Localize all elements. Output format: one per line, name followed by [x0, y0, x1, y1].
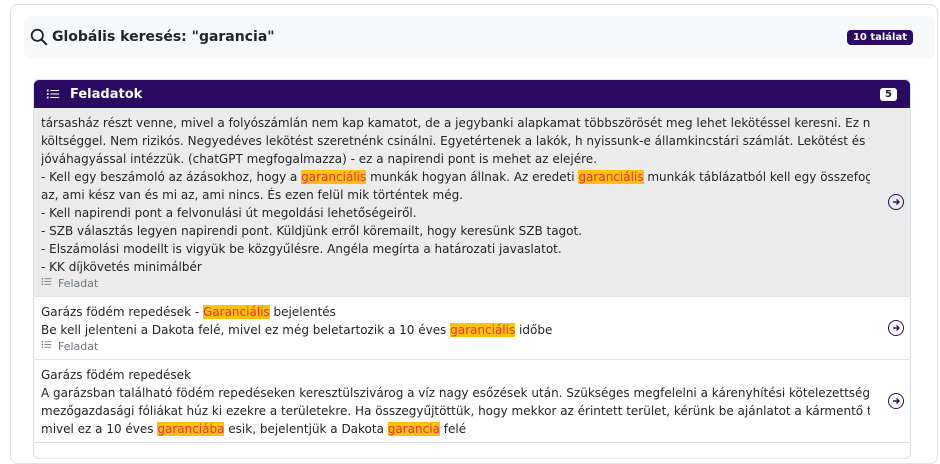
- result-text-line: - KK díjkövetés minimálbér: [41, 258, 870, 276]
- result-type-label: Feladat: [41, 339, 870, 355]
- text-segment: bejelentés: [269, 305, 336, 319]
- result-text-line: - Kell egy beszámoló az ázásokhoz, hogy …: [41, 168, 870, 186]
- result-text-line: jóváhagyással intézzük. (chatGPT megfoga…: [41, 150, 870, 168]
- result-type-text: Feladat: [58, 340, 99, 353]
- result-text-line: - Elszámolási modellt is vigyük be közgy…: [41, 240, 870, 258]
- result-text-line: mezőgazdasági fóliákat húz ki ezekre a t…: [41, 402, 870, 420]
- text-segment: - Elszámolási modellt is vigyük be közgy…: [41, 242, 562, 256]
- result-title: Garázs födém repedések: [41, 366, 870, 384]
- result-text-line: - Kell napirendi pont a felvonulási út m…: [41, 204, 870, 222]
- list-icon: [41, 276, 52, 292]
- result-item[interactable]: Garázs födém repedések - Garanciális bej…: [34, 297, 910, 360]
- text-segment: - Kell napirendi pont a felvonulási út m…: [41, 206, 417, 220]
- text-segment: - SZB választás legyen napirendi pont. K…: [41, 224, 583, 238]
- result-text-line: A garázsban található födém repedéseken …: [41, 384, 870, 402]
- result-text-line: Be kell jelenteni a Dakota felé, mivel e…: [41, 321, 870, 339]
- result-text-line: mivel ez a 10 éves garanciába esik, beje…: [41, 420, 870, 438]
- text-segment: - KK díjkövetés minimálbér: [41, 260, 202, 274]
- search-highlight: Garanciális: [202, 305, 270, 319]
- result-type-label: Feladat: [41, 276, 870, 292]
- text-segment: társasház részt venne, mivel a folyószám…: [41, 116, 870, 130]
- section-header[interactable]: Feladatok 5: [34, 80, 910, 108]
- search-highlight: garanciába: [157, 422, 225, 436]
- text-segment: munkák táblázatból kell egy összefoglalá…: [647, 170, 870, 184]
- text-segment: - Kell egy beszámoló az ázásokhoz, hogy …: [41, 170, 302, 184]
- search-highlight: garanciális: [578, 170, 644, 184]
- section-title: Feladatok: [70, 86, 143, 102]
- search-title-text: Globális keresés: "garancia": [52, 29, 275, 45]
- result-title: Garázs födém repedések - Garanciális bej…: [41, 303, 870, 321]
- open-arrow-icon[interactable]: [888, 320, 904, 336]
- result-item[interactable]: Garázs födém repedések A garázsban találh…: [34, 360, 910, 443]
- section-count-badge: 5: [880, 87, 897, 101]
- search-header: Globális keresés: "garancia" 10 találat: [24, 16, 935, 58]
- result-text-line: az, ami kész van és mi az, ami nincs. És…: [41, 186, 870, 204]
- hits-badge: 10 találat: [846, 29, 913, 45]
- text-segment: felé: [439, 422, 467, 436]
- results-list: társasház részt venne, mivel a folyószám…: [34, 108, 910, 443]
- text-segment: mezőgazdasági fóliákat húz ki ezekre a t…: [41, 404, 870, 418]
- result-text-line: költséggel. Nem rizikós. Negyedéves lekö…: [41, 132, 870, 150]
- text-segment: Garázs födém repedések: [41, 368, 192, 382]
- text-segment: jóváhagyással intézzük. (chatGPT megfoga…: [41, 152, 598, 166]
- search-highlight: garancia: [387, 422, 440, 436]
- list-icon: [46, 89, 60, 99]
- text-segment: időbe: [515, 323, 553, 337]
- open-arrow-icon[interactable]: [888, 393, 904, 409]
- open-arrow-icon[interactable]: [888, 194, 904, 210]
- result-text-line: - SZB választás legyen napirendi pont. K…: [41, 222, 870, 240]
- text-segment: költséggel. Nem rizikós. Negyedéves lekö…: [41, 134, 870, 148]
- text-segment: A garázsban található födém repedéseken …: [41, 386, 870, 400]
- text-segment: mivel ez a 10 éves: [41, 422, 158, 436]
- text-segment: Be kell jelenteni a Dakota felé, mivel e…: [41, 323, 451, 337]
- text-segment: az, ami kész van és mi az, ami nincs. És…: [41, 188, 464, 202]
- text-segment: Garázs födém repedések -: [41, 305, 203, 319]
- text-segment: esik, bejelentjük a Dakota: [224, 422, 388, 436]
- search-highlight: garanciális: [301, 170, 367, 184]
- search-highlight: garanciális: [450, 323, 516, 337]
- list-icon: [41, 339, 52, 355]
- search-icon: [30, 28, 48, 46]
- result-text-line: társasház részt venne, mivel a folyószám…: [41, 114, 870, 132]
- result-item[interactable]: társasház részt venne, mivel a folyószám…: [34, 108, 910, 297]
- tasks-section: Feladatok 5 társasház részt venne, mivel…: [33, 79, 911, 459]
- text-segment: munkák hogyan állnak. Az eredeti: [366, 170, 579, 184]
- search-title: Globális keresés: "garancia": [30, 28, 275, 46]
- result-type-text: Feladat: [58, 277, 99, 290]
